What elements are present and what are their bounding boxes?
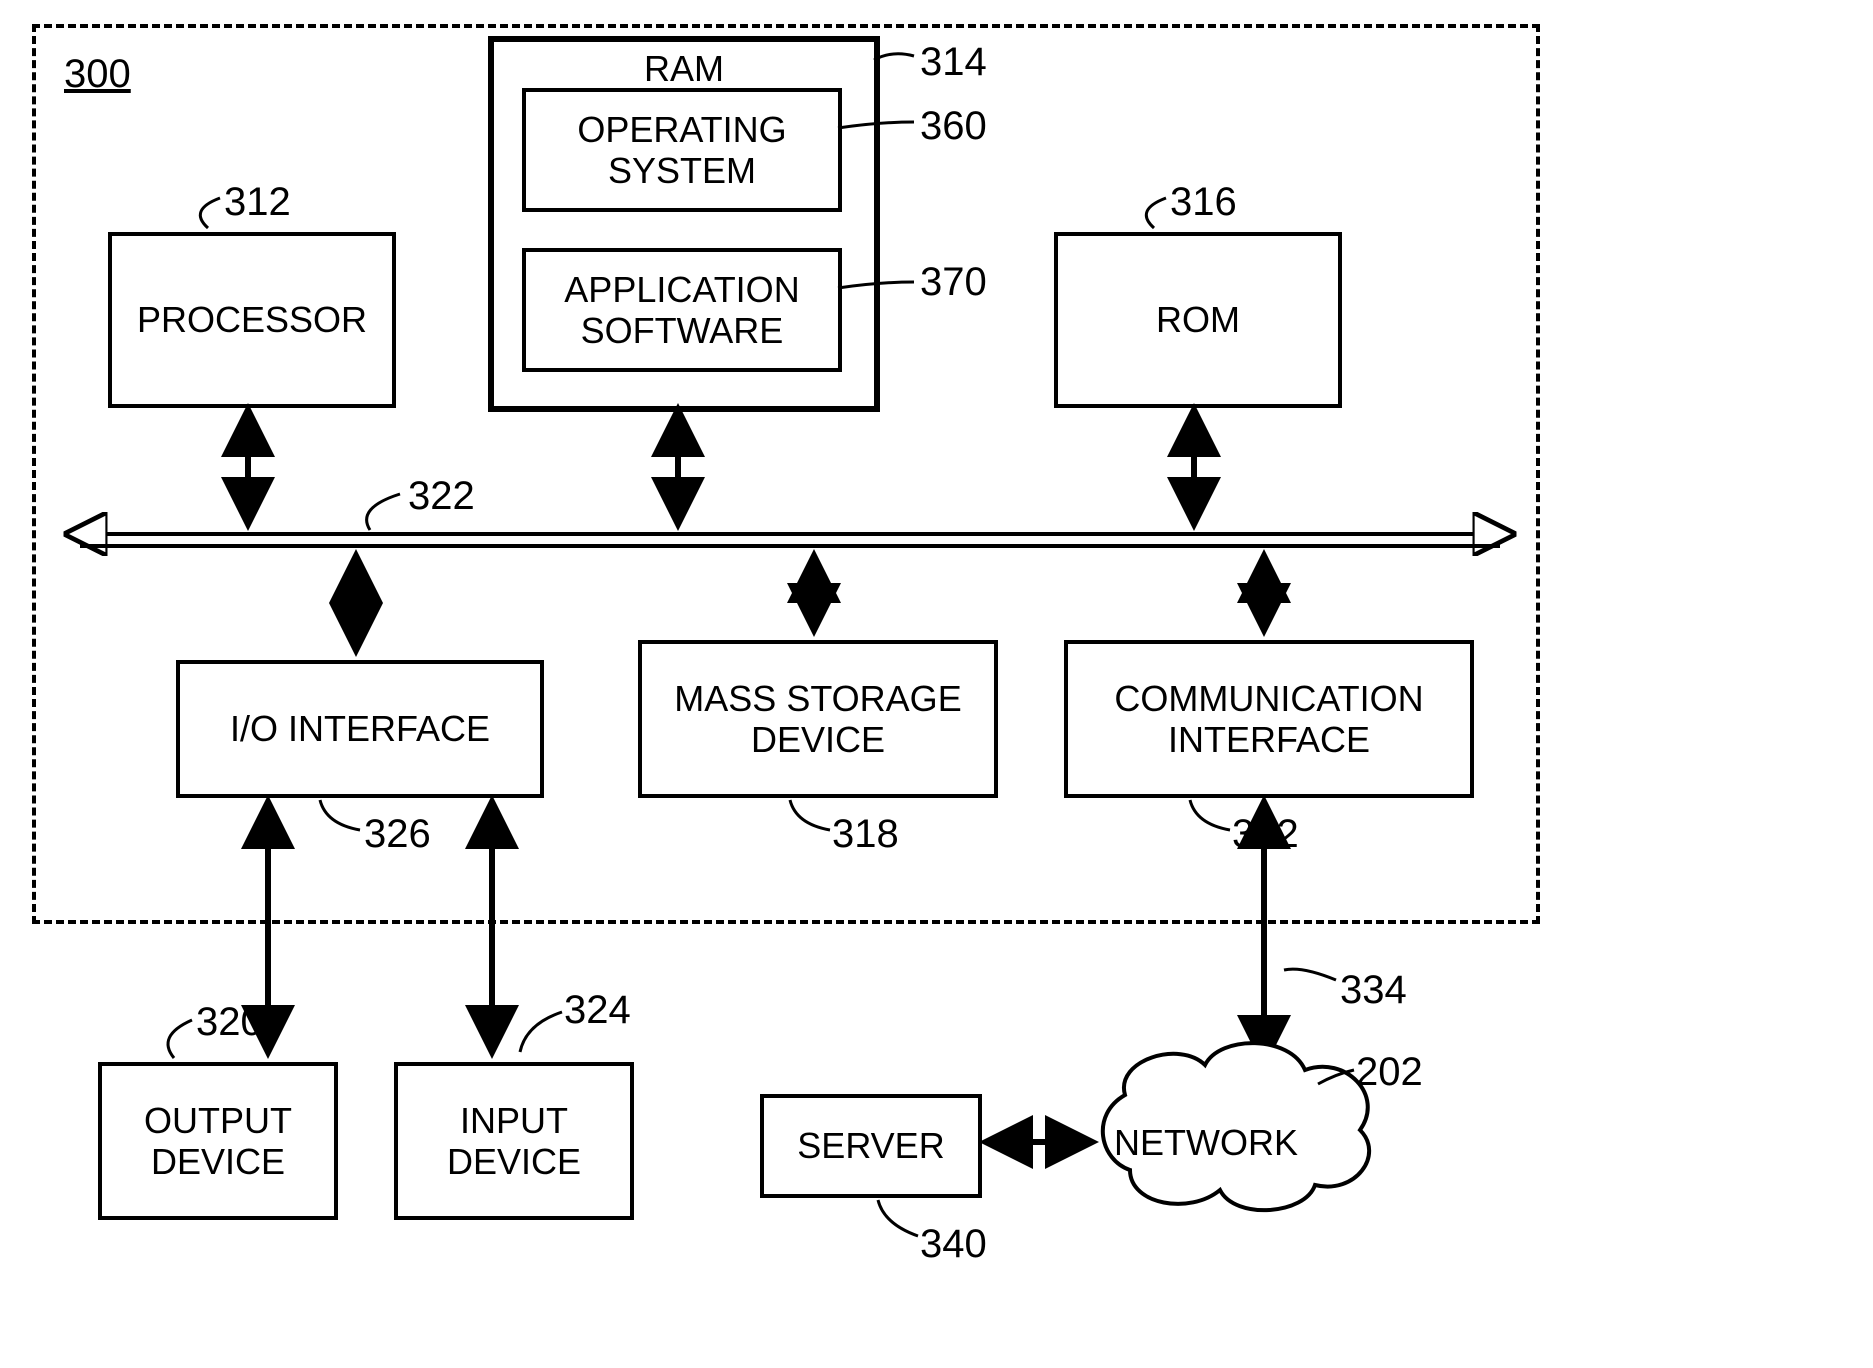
ref-system: 300	[64, 52, 131, 97]
rom-box: ROM	[1054, 232, 1342, 408]
io-box: I/O INTERFACE	[176, 660, 544, 798]
ref-comm: 332	[1232, 812, 1299, 857]
ref-ram: 314	[920, 40, 987, 85]
app-box: APPLICATION SOFTWARE	[522, 248, 842, 372]
comm-label: COMMUNICATION INTERFACE	[1068, 678, 1470, 761]
ref-link: 334	[1340, 968, 1407, 1013]
server-label: SERVER	[797, 1125, 944, 1166]
mass-box: MASS STORAGE DEVICE	[638, 640, 998, 798]
ref-input: 324	[564, 988, 631, 1033]
server-box: SERVER	[760, 1094, 982, 1198]
io-label: I/O INTERFACE	[230, 708, 490, 749]
ref-app: 370	[920, 260, 987, 305]
network-label-top: NETWORK	[1114, 1122, 1298, 1164]
ref-os: 360	[920, 104, 987, 149]
os-box: OPERATING SYSTEM	[522, 88, 842, 212]
rom-label: ROM	[1156, 299, 1240, 340]
ref-bus: 322	[408, 474, 475, 519]
input-label: INPUT DEVICE	[398, 1100, 630, 1183]
ref-server: 340	[920, 1222, 987, 1267]
os-label: OPERATING SYSTEM	[526, 109, 838, 192]
ref-processor: 312	[224, 180, 291, 225]
processor-box: PROCESSOR	[108, 232, 396, 408]
processor-label: PROCESSOR	[137, 299, 367, 340]
output-box: OUTPUT DEVICE	[98, 1062, 338, 1220]
ref-output: 320	[196, 1000, 263, 1045]
output-label: OUTPUT DEVICE	[102, 1100, 334, 1183]
diagram-canvas: PROCESSOR RAM OPERATING SYSTEM APPLICATI…	[0, 0, 1873, 1368]
mass-label: MASS STORAGE DEVICE	[642, 678, 994, 761]
comm-box: COMMUNICATION INTERFACE	[1064, 640, 1474, 798]
app-label: APPLICATION SOFTWARE	[526, 269, 838, 352]
ref-mass: 318	[832, 812, 899, 857]
ref-rom: 316	[1170, 180, 1237, 225]
input-box: INPUT DEVICE	[394, 1062, 634, 1220]
ram-label: RAM	[494, 48, 874, 90]
ref-network: 202	[1356, 1050, 1423, 1095]
ref-io: 326	[364, 812, 431, 857]
